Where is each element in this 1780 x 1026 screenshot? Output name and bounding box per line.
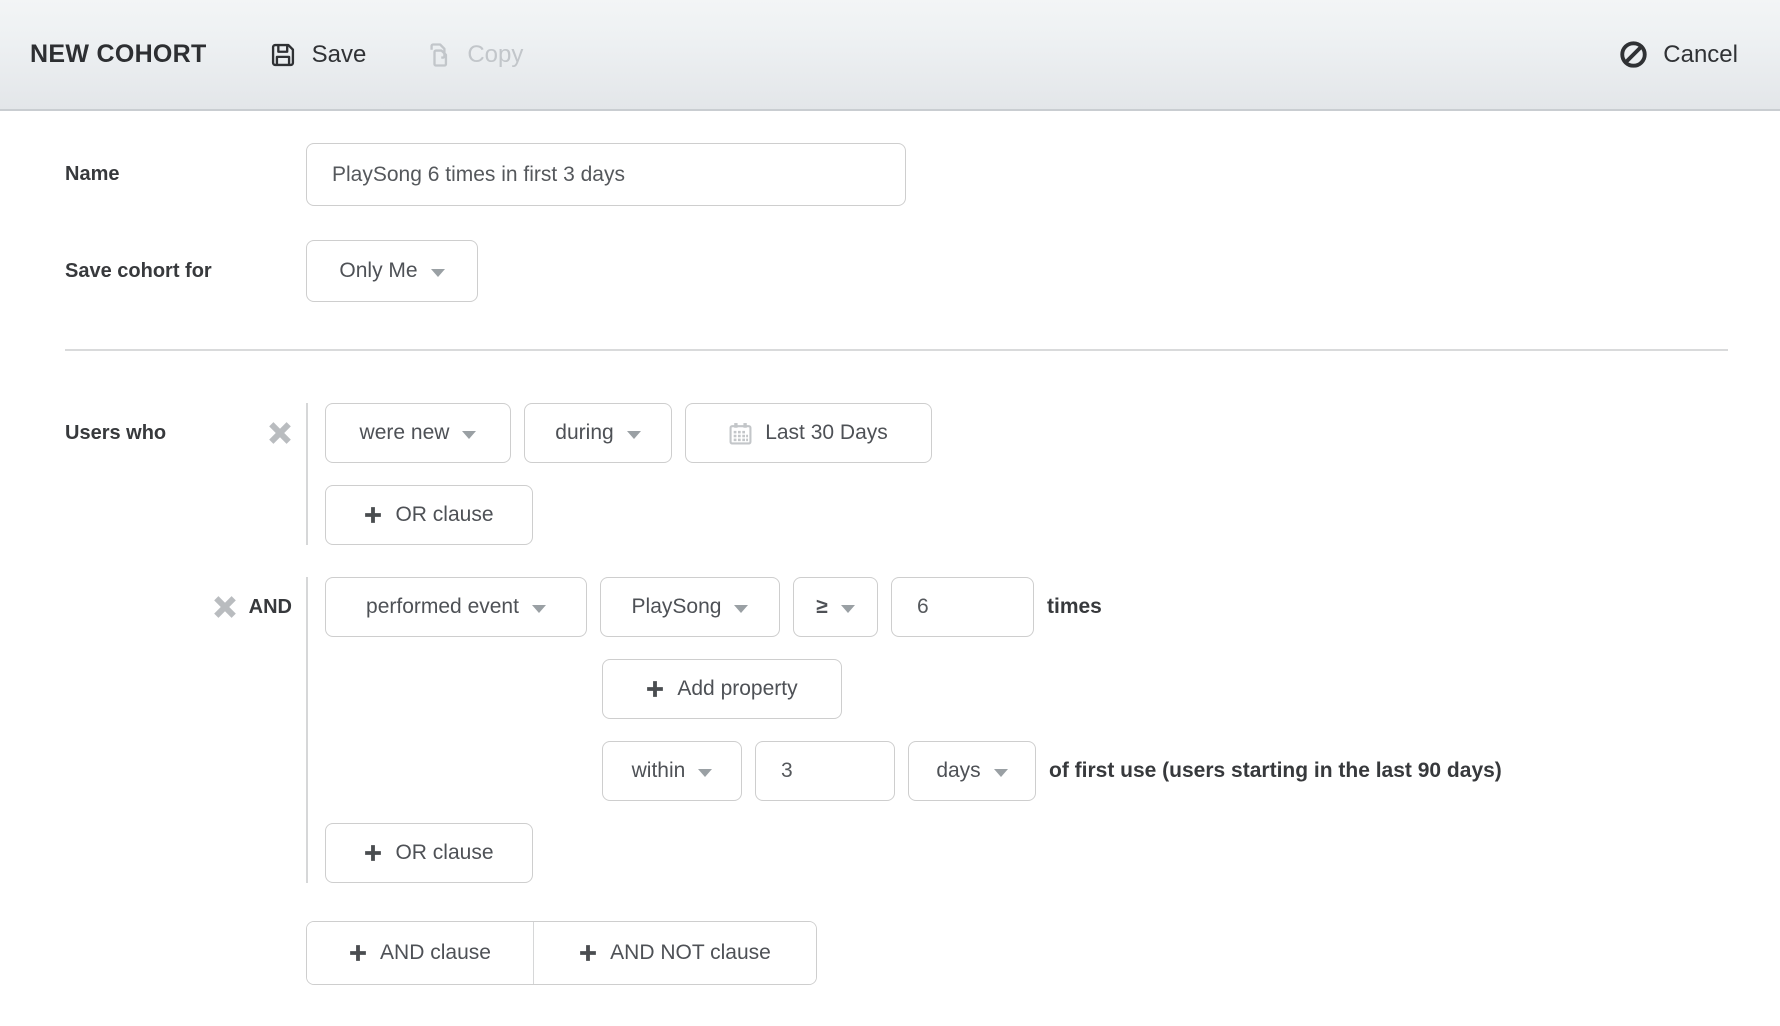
cancel-icon (1619, 40, 1648, 69)
plus-icon (364, 844, 382, 862)
action-type-value: performed event (366, 595, 519, 619)
event-count-input[interactable] (891, 577, 1034, 637)
and-not-clause-button-label: AND NOT clause (610, 941, 771, 965)
event-value: PlaySong (632, 595, 722, 619)
within-days-input[interactable] (755, 741, 895, 801)
chevron-down-icon (627, 431, 641, 439)
or-clause-label: OR clause (395, 841, 493, 865)
save-cohort-for-label: Save cohort for (65, 260, 306, 283)
within-dropdown[interactable]: within (602, 741, 742, 801)
within-row: within days of first use (users starting… (602, 741, 1502, 801)
operator-dropdown[interactable]: ≥ (793, 577, 878, 637)
name-label: Name (65, 163, 306, 186)
or-clause-label: OR clause (395, 503, 493, 527)
users-who-label: Users who (65, 422, 166, 445)
copy-icon (424, 41, 452, 69)
remove-x-icon (213, 595, 237, 619)
name-row: Name (65, 143, 1728, 206)
chevron-down-icon (532, 605, 546, 613)
page-title: NEW COHORT (30, 40, 207, 69)
add-or-clause-button[interactable]: OR clause (325, 485, 533, 545)
remove-x-icon (268, 421, 292, 445)
operator-value: ≥ (816, 595, 828, 619)
chevron-down-icon (734, 605, 748, 613)
time-unit-value: days (936, 759, 980, 783)
cohort-editor: Name Save cohort for Only Me Users who (0, 143, 1780, 985)
and-clause-header: AND (65, 577, 306, 637)
save-button[interactable]: Save (269, 41, 367, 69)
toolbar: NEW COHORT Save Copy Cancel (0, 0, 1780, 111)
and-clause-body: performed event PlaySong ≥ times (306, 577, 1502, 883)
save-icon (269, 41, 297, 69)
event-dropdown[interactable]: PlaySong (600, 577, 780, 637)
chevron-down-icon (462, 431, 476, 439)
remove-clause-button[interactable] (268, 421, 292, 445)
chevron-down-icon (698, 769, 712, 777)
copy-button-label: Copy (467, 41, 523, 69)
remove-and-clause-button[interactable] (213, 595, 237, 619)
calendar-icon (729, 422, 752, 445)
users-who-header: Users who (65, 403, 306, 463)
user-verb-value: were new (360, 421, 450, 445)
add-or-clause-button[interactable]: OR clause (325, 823, 533, 883)
or-clause-row: OR clause (325, 823, 1502, 883)
plus-icon (646, 680, 664, 698)
date-range-button[interactable]: Last 30 Days (685, 403, 932, 463)
cancel-button[interactable]: Cancel (1619, 40, 1738, 69)
plus-icon (364, 506, 382, 524)
preposition-value: during (555, 421, 613, 445)
save-button-label: Save (312, 41, 367, 69)
section-divider (65, 349, 1728, 351)
clause-add-button-group: AND clause AND NOT clause (306, 921, 817, 985)
performed-event-row: performed event PlaySong ≥ times (325, 577, 1502, 637)
times-label: times (1047, 595, 1102, 619)
chevron-down-icon (431, 269, 445, 277)
chevron-down-icon (841, 605, 855, 613)
add-property-label: Add property (677, 677, 797, 701)
plus-icon (349, 944, 367, 962)
and-clause-section: AND performed event PlaySong ≥ times (65, 577, 1728, 883)
save-cohort-for-dropdown[interactable]: Only Me (306, 240, 478, 302)
users-who-body: were new during (306, 403, 932, 545)
first-use-note: of first use (users starting in the last… (1049, 759, 1502, 783)
add-property-button[interactable]: Add property (602, 659, 842, 719)
add-and-clause-button[interactable]: AND clause (307, 922, 533, 984)
plus-icon (579, 944, 597, 962)
within-value: within (632, 759, 686, 783)
save-cohort-for-row: Save cohort for Only Me (65, 240, 1728, 302)
new-user-clause-row: were new during (325, 403, 932, 463)
date-range-value: Last 30 Days (765, 421, 888, 445)
preposition-dropdown[interactable]: during (524, 403, 672, 463)
add-property-row: Add property (602, 659, 1502, 719)
save-cohort-for-value: Only Me (339, 259, 417, 283)
and-clause-button-label: AND clause (380, 941, 491, 965)
add-and-not-clause-button[interactable]: AND NOT clause (533, 922, 816, 984)
and-label: AND (249, 596, 292, 619)
time-unit-dropdown[interactable]: days (908, 741, 1036, 801)
or-clause-row: OR clause (325, 485, 932, 545)
cancel-button-label: Cancel (1663, 41, 1738, 69)
cohort-name-input[interactable] (306, 143, 906, 206)
action-type-dropdown[interactable]: performed event (325, 577, 587, 637)
chevron-down-icon (994, 769, 1008, 777)
user-verb-dropdown[interactable]: were new (325, 403, 511, 463)
copy-button[interactable]: Copy (424, 41, 523, 69)
users-who-section: Users who were new during (65, 403, 1728, 545)
